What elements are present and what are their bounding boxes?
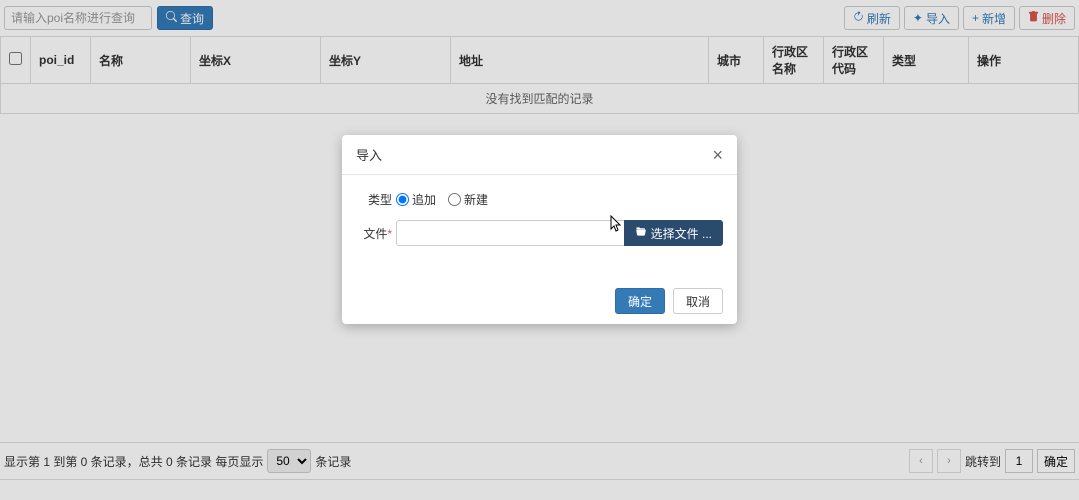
- radio-append[interactable]: 追加: [396, 191, 436, 208]
- file-label: 文件*: [356, 225, 396, 242]
- modal-overlay: 导入 × 类型 追加 新建 文件*: [0, 0, 1079, 500]
- modal-body: 类型 追加 新建 文件* 选择文件 ...: [342, 175, 737, 278]
- radio-append-input[interactable]: [396, 193, 409, 206]
- type-row: 类型 追加 新建: [356, 191, 723, 208]
- close-icon[interactable]: ×: [712, 146, 723, 164]
- file-path-input[interactable]: [396, 220, 624, 246]
- modal-footer: 确定 取消: [342, 278, 737, 324]
- radio-new[interactable]: 新建: [448, 191, 488, 208]
- radio-append-label: 追加: [412, 191, 436, 208]
- choose-file-button[interactable]: 选择文件 ...: [624, 220, 723, 246]
- choose-file-label: 选择文件 ...: [651, 225, 712, 242]
- folder-open-icon: [635, 226, 647, 240]
- radio-new-input[interactable]: [448, 193, 461, 206]
- import-modal: 导入 × 类型 追加 新建 文件*: [342, 135, 737, 324]
- type-label: 类型: [356, 191, 396, 208]
- modal-title: 导入: [356, 145, 382, 164]
- confirm-button[interactable]: 确定: [615, 288, 665, 314]
- cancel-button[interactable]: 取消: [673, 288, 723, 314]
- file-row: 文件* 选择文件 ...: [356, 220, 723, 246]
- modal-header: 导入 ×: [342, 135, 737, 175]
- radio-new-label: 新建: [464, 191, 488, 208]
